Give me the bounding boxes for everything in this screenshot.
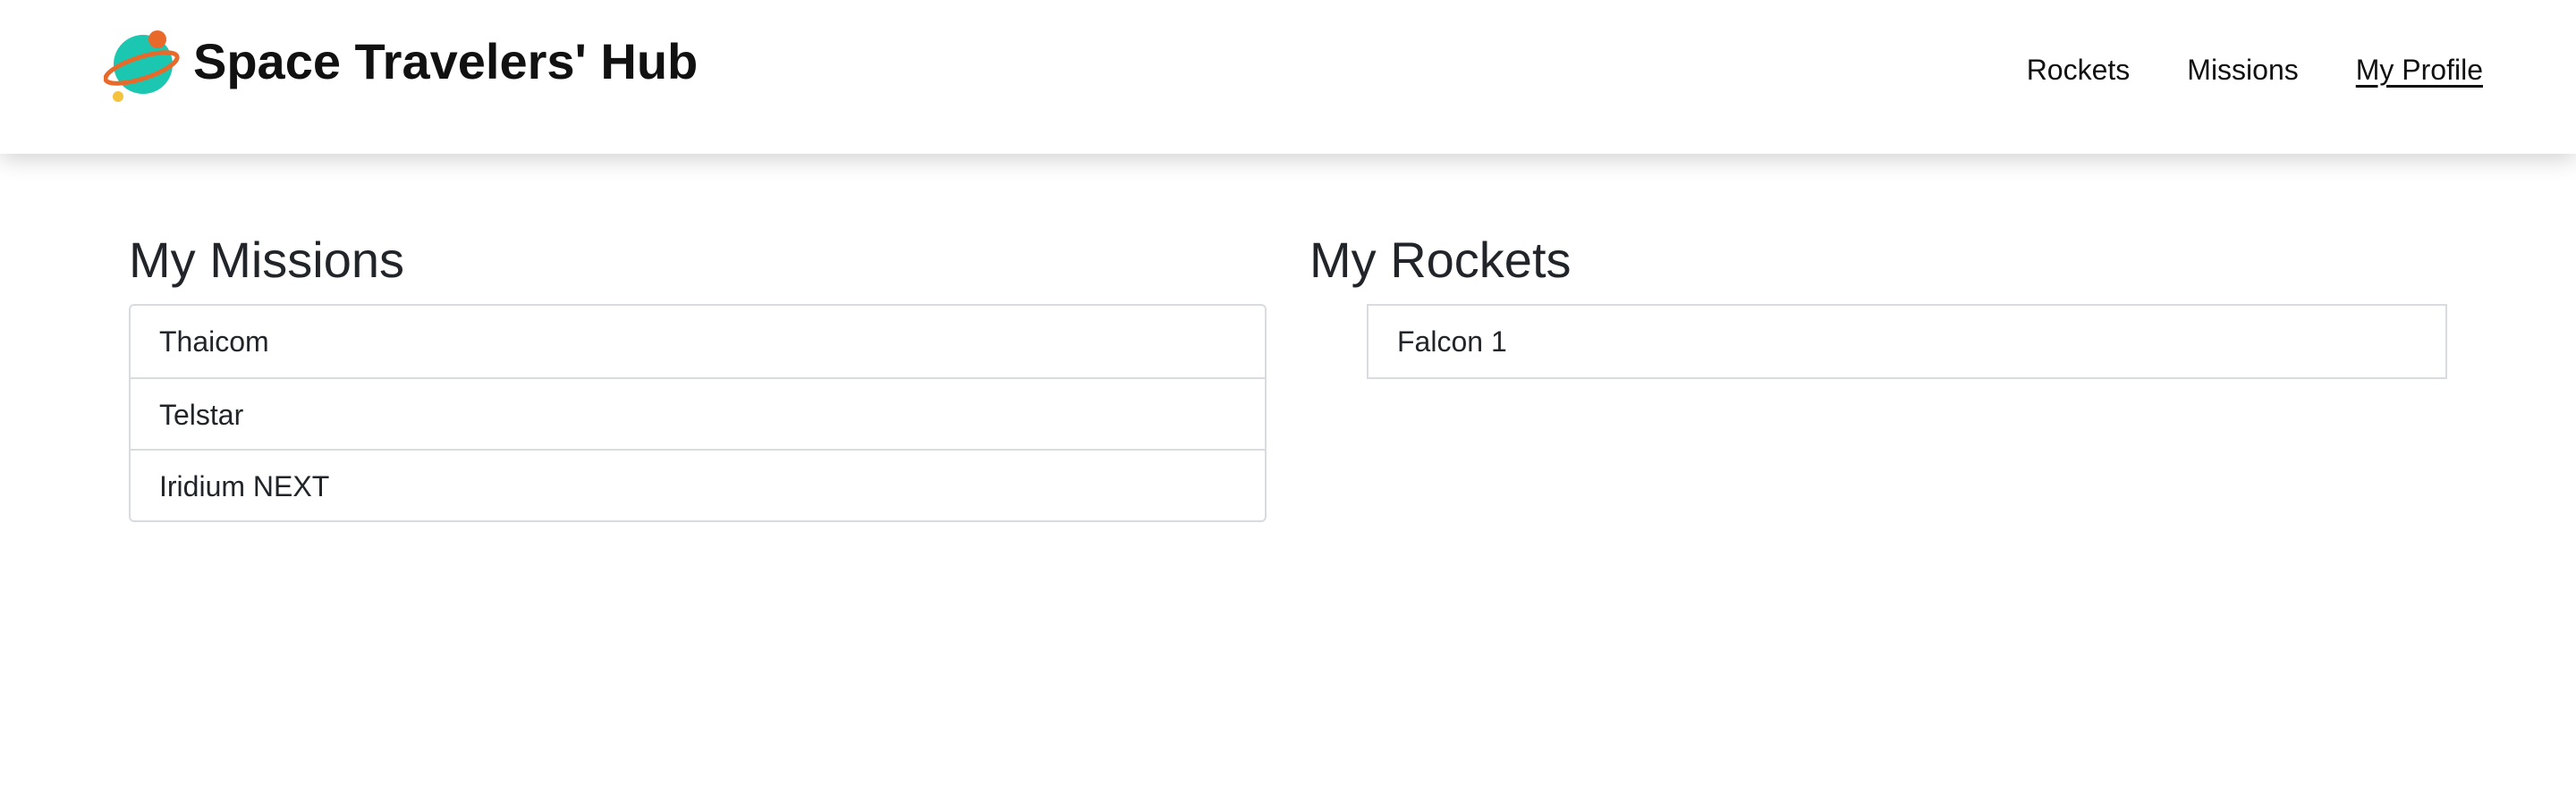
nav-link-rockets[interactable]: Rockets bbox=[2027, 50, 2131, 89]
my-rockets-heading: My Rockets bbox=[1309, 232, 1572, 288]
missions-list: Thaicom Telstar Iridium NEXT bbox=[129, 304, 1267, 522]
top-header: Space Travelers' Hub Rockets Missions My… bbox=[0, 0, 2576, 154]
my-missions-heading: My Missions bbox=[129, 232, 405, 288]
rockets-list: Falcon 1 bbox=[1367, 304, 2447, 379]
app-title: Space Travelers' Hub bbox=[193, 33, 699, 89]
planet-logo-icon[interactable] bbox=[104, 25, 182, 105]
mission-list-item: Telstar bbox=[131, 377, 1265, 449]
nav-link-missions[interactable]: Missions bbox=[2187, 50, 2298, 89]
rocket-list-item: Falcon 1 bbox=[1397, 325, 1507, 358]
main-nav: Rockets Missions My Profile bbox=[2027, 50, 2483, 89]
mission-list-item: Thaicom bbox=[159, 325, 269, 358]
mission-list-item: Iridium NEXT bbox=[131, 449, 1265, 520]
nav-link-my-profile[interactable]: My Profile bbox=[2356, 50, 2483, 89]
